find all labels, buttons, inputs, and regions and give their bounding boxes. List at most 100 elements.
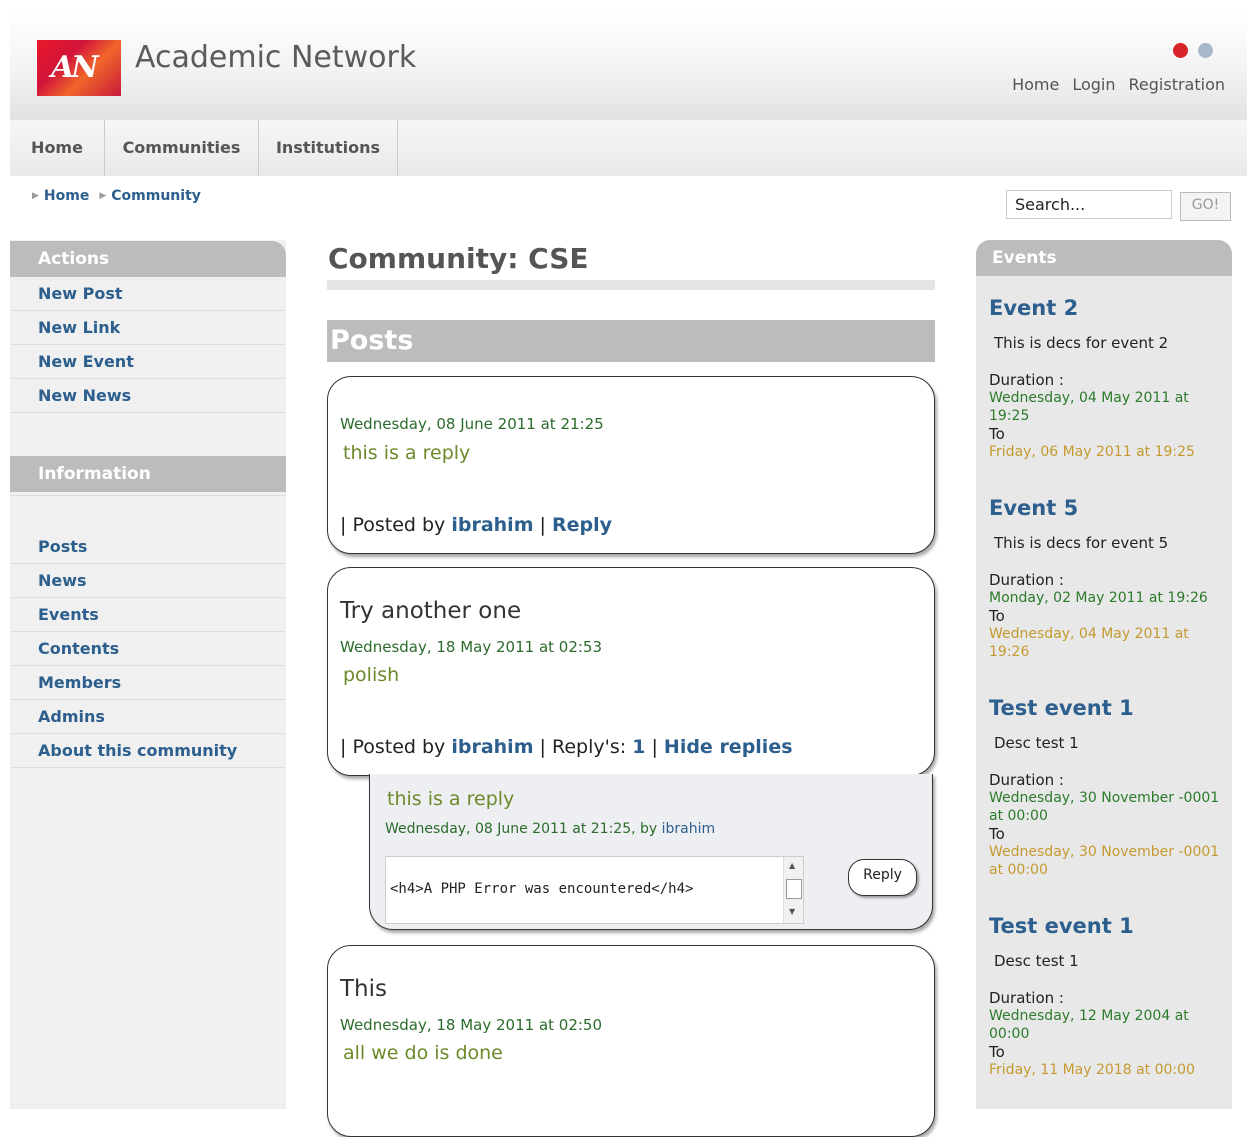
- replies-label: | Reply's:: [539, 736, 627, 758]
- reply-button[interactable]: Reply: [848, 859, 917, 896]
- event-end: Friday, 06 May 2011 at 19:25: [989, 444, 1195, 460]
- to-label: To: [989, 425, 1005, 443]
- info-events[interactable]: Events: [10, 598, 286, 632]
- event-item: Event 5 This is decs for event 5 Duratio…: [989, 496, 1229, 661]
- post-card: Try another one Wednesday, 18 May 2011 a…: [327, 567, 935, 776]
- event-end: Wednesday, 30 November -0001 at 00:00: [989, 844, 1220, 878]
- top-link-login[interactable]: Login: [1072, 75, 1115, 94]
- reply-date: Wednesday, 08 June 2011 at 21:25, by: [385, 821, 658, 837]
- breadcrumb: ▶ Home ▶ Community: [30, 188, 201, 204]
- scroll-down-icon[interactable]: ▼: [789, 907, 795, 916]
- page-title: Community: CSE: [328, 242, 589, 275]
- event-item: Test event 1 Desc test 1 Duration : Wedn…: [989, 914, 1229, 1079]
- post-meta: | Posted by ibrahim | Reply: [340, 514, 612, 536]
- action-new-post[interactable]: New Post: [10, 277, 286, 311]
- nav-tab-institutions[interactable]: Institutions: [259, 120, 398, 176]
- reply-meta: Wednesday, 08 June 2011 at 21:25, by ibr…: [385, 821, 715, 837]
- event-title[interactable]: Event 5: [989, 496, 1229, 520]
- post-author-link[interactable]: ibrahim: [451, 736, 533, 758]
- event-description: This is decs for event 5: [994, 534, 1169, 552]
- post-body: polish: [343, 664, 400, 686]
- page: AN Academic Network Home Login Registrat…: [10, 10, 1247, 1137]
- action-new-event[interactable]: New Event: [10, 345, 286, 379]
- action-new-link[interactable]: New Link: [10, 311, 286, 345]
- to-label: To: [989, 1043, 1005, 1061]
- reply-box: this is a reply Wednesday, 08 June 2011 …: [369, 774, 933, 930]
- post-title: This: [340, 976, 387, 1002]
- top-link-registration[interactable]: Registration: [1129, 75, 1225, 94]
- title-divider: [327, 280, 935, 290]
- post-body: this is a reply: [343, 442, 471, 464]
- events-panel: Events Event 2 This is decs for event 2 …: [976, 240, 1232, 1109]
- event-description: This is decs for event 2: [994, 334, 1169, 352]
- event-end: Friday, 11 May 2018 at 00:00: [989, 1062, 1195, 1078]
- to-label: To: [989, 607, 1005, 625]
- reply-text: this is a reply: [387, 788, 515, 810]
- reply-author-link[interactable]: ibrahim: [662, 821, 716, 837]
- hide-replies-link[interactable]: Hide replies: [664, 736, 793, 758]
- info-admins[interactable]: Admins: [10, 700, 286, 734]
- power-icon[interactable]: [1173, 43, 1188, 58]
- post-date: Wednesday, 08 June 2011 at 21:25: [340, 415, 604, 433]
- breadcrumb-arrow-icon: ▶: [32, 191, 39, 201]
- site-logo[interactable]: AN: [37, 40, 121, 96]
- event-item: Event 2 This is decs for event 2 Duratio…: [989, 296, 1229, 461]
- scroll-up-icon[interactable]: ▲: [789, 861, 795, 870]
- posts-heading: Posts: [327, 320, 935, 362]
- top-links: Home Login Registration: [1012, 75, 1225, 94]
- event-start: Wednesday, 30 November -0001 at 00:00: [989, 790, 1220, 824]
- event-item: Test event 1 Desc test 1 Duration : Wedn…: [989, 696, 1229, 879]
- nav-tab-home[interactable]: Home: [10, 120, 105, 176]
- textarea-scrollbar[interactable]: ▲ ▼: [783, 857, 803, 923]
- breadcrumb-arrow-icon: ▶: [99, 191, 107, 201]
- site-title[interactable]: Academic Network: [135, 40, 416, 75]
- info-about-community[interactable]: About this community: [10, 734, 286, 768]
- duration-label: Duration :: [989, 989, 1064, 1007]
- info-posts[interactable]: Posts: [10, 530, 286, 564]
- meta-separator: |: [539, 514, 546, 536]
- post-date: Wednesday, 18 May 2011 at 02:53: [340, 638, 603, 656]
- post-meta: | Posted by ibrahim | Reply's: 1 | Hide …: [340, 736, 793, 758]
- events-heading: Events: [976, 240, 1232, 276]
- post-author-link[interactable]: ibrahim: [451, 514, 533, 536]
- duration-label: Duration :: [989, 571, 1064, 589]
- post-body: all we do is done: [343, 1042, 503, 1064]
- event-start: Wednesday, 04 May 2011 at 19:25: [989, 390, 1189, 424]
- top-link-home[interactable]: Home: [1012, 75, 1059, 94]
- event-description: Desc test 1: [994, 952, 1079, 970]
- event-title[interactable]: Event 2: [989, 296, 1229, 320]
- logo-text: AN: [51, 50, 99, 85]
- site-header: AN Academic Network Home Login Registrat…: [10, 10, 1247, 120]
- reply-textarea[interactable]: <h4>A PHP Error was encountered</h4> ▲ ▼: [385, 856, 804, 924]
- left-sidebar: Actions New Post New Link New Event New …: [10, 240, 286, 1109]
- search-go-button[interactable]: GO!: [1180, 192, 1231, 221]
- reply-link[interactable]: Reply: [552, 514, 612, 536]
- divider: [10, 495, 286, 496]
- scroll-thumb[interactable]: [786, 879, 802, 899]
- event-start: Monday, 02 May 2011 at 19:26: [989, 590, 1208, 606]
- search-input[interactable]: [1006, 190, 1172, 219]
- event-title[interactable]: Test event 1: [989, 696, 1229, 720]
- action-new-news[interactable]: New News: [10, 379, 286, 413]
- meta-separator: |: [651, 736, 658, 758]
- post-card: Wednesday, 08 June 2011 at 21:25 this is…: [327, 376, 935, 554]
- breadcrumb-community[interactable]: Community: [111, 188, 201, 204]
- post-date: Wednesday, 18 May 2011 at 02:50: [340, 1016, 603, 1034]
- posted-by-label: | Posted by: [340, 514, 446, 536]
- breadcrumb-home[interactable]: Home: [44, 188, 89, 204]
- info-news[interactable]: News: [10, 564, 286, 598]
- replies-count[interactable]: 1: [632, 736, 645, 758]
- event-start: Wednesday, 12 May 2004 at 00:00: [989, 1008, 1189, 1042]
- event-title[interactable]: Test event 1: [989, 914, 1229, 938]
- post-card: This Wednesday, 18 May 2011 at 02:50 all…: [327, 945, 935, 1137]
- post-title: Try another one: [340, 598, 522, 624]
- duration-label: Duration :: [989, 771, 1064, 789]
- posted-by-label: | Posted by: [340, 736, 446, 758]
- user-icon[interactable]: [1198, 43, 1213, 58]
- main-nav: Home Communities Institutions: [10, 120, 1247, 176]
- nav-tab-communities[interactable]: Communities: [105, 120, 259, 176]
- info-members[interactable]: Members: [10, 666, 286, 700]
- info-contents[interactable]: Contents: [10, 632, 286, 666]
- event-description: Desc test 1: [994, 734, 1079, 752]
- information-heading: Information: [10, 456, 286, 492]
